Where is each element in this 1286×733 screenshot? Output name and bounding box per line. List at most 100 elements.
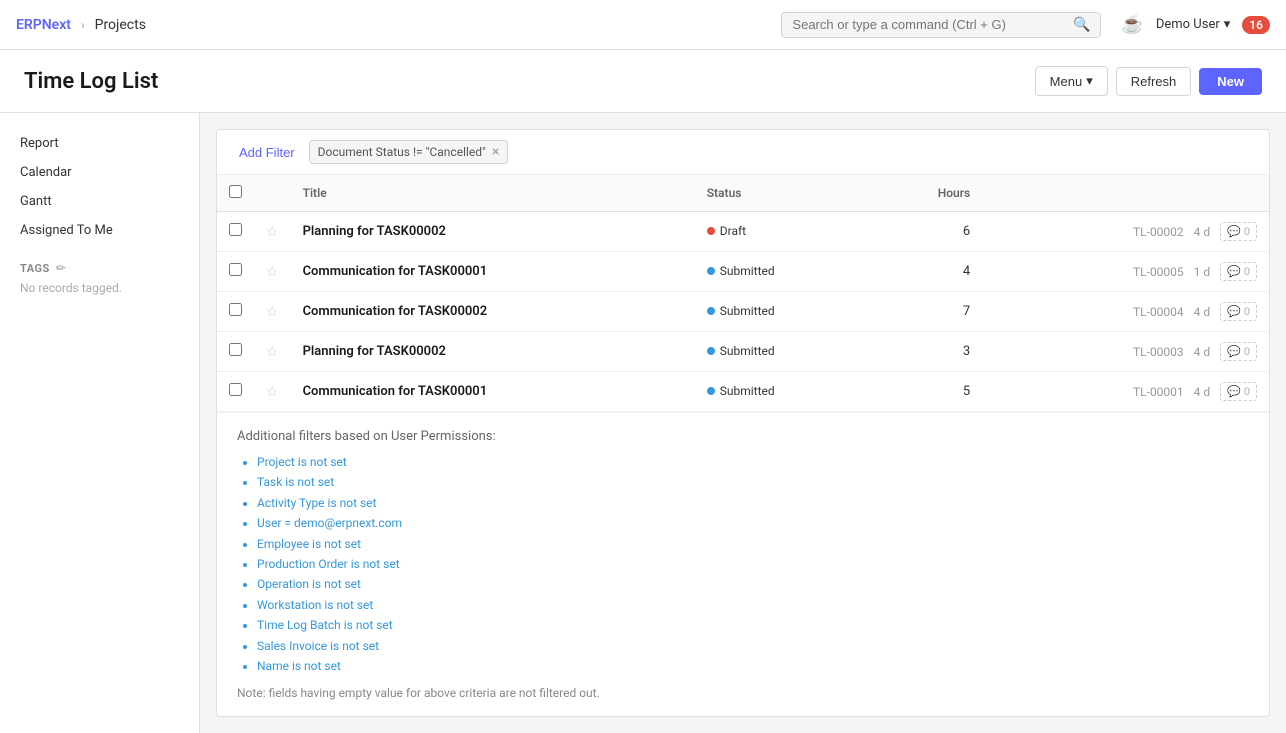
row-hours: 6 [963, 224, 970, 239]
row-title-cell[interactable]: Communication for TASK00001 [291, 372, 695, 412]
status-dot [707, 387, 715, 395]
row-id: TL-00002 [1133, 225, 1184, 239]
additional-filter-item: Sales Invoice is not set [257, 636, 1249, 656]
sidebar: Report Calendar Gantt Assigned To Me TAG… [0, 113, 200, 733]
additional-filters-note: Note: fields having empty value for abov… [237, 686, 1249, 700]
star-icon[interactable]: ☆ [266, 224, 279, 240]
page-header: Time Log List Menu ▾ Refresh New [0, 50, 1286, 113]
row-title[interactable]: Communication for TASK00002 [303, 304, 488, 319]
row-star-cell[interactable]: ☆ [254, 292, 291, 332]
col-title-header: Title [291, 175, 695, 212]
row-hours-cell: 6 [873, 212, 982, 252]
row-star-cell[interactable]: ☆ [254, 252, 291, 292]
row-age: 4 d [1194, 385, 1211, 399]
row-checkbox-cell[interactable] [217, 212, 254, 252]
row-age: 4 d [1194, 305, 1211, 319]
row-checkbox-cell[interactable] [217, 332, 254, 372]
comment-icon: 💬 [1227, 305, 1241, 318]
comment-button[interactable]: 💬 0 [1220, 222, 1257, 241]
sidebar-tags-header: TAGS ✏ [0, 245, 199, 279]
sidebar-item-calendar[interactable]: Calendar [0, 158, 199, 187]
row-checkbox-cell[interactable] [217, 292, 254, 332]
table-row: ☆ Communication for TASK00002 Submitted … [217, 292, 1269, 332]
row-title[interactable]: Communication for TASK00001 [303, 384, 488, 399]
sidebar-item-report[interactable]: Report [0, 129, 199, 158]
status-text: Submitted [720, 344, 775, 358]
table-row: ☆ Communication for TASK00001 Submitted … [217, 252, 1269, 292]
row-star-cell[interactable]: ☆ [254, 212, 291, 252]
navbar: ERPNext › Projects 🔍 ☕ Demo User ▾ 16 [0, 0, 1286, 50]
row-title-cell[interactable]: Communication for TASK00001 [291, 252, 695, 292]
chevron-icon: › [81, 18, 85, 32]
row-star-cell[interactable]: ☆ [254, 332, 291, 372]
row-checkbox[interactable] [229, 343, 242, 356]
status-text: Submitted [720, 384, 775, 398]
navbar-brand[interactable]: ERPNext [16, 17, 71, 33]
row-age: 4 d [1194, 345, 1211, 359]
filter-close-icon[interactable]: × [492, 144, 499, 160]
tags-edit-icon[interactable]: ✏ [56, 261, 66, 275]
comment-button[interactable]: 💬 0 [1220, 302, 1257, 321]
page-actions: Menu ▾ Refresh New [1035, 66, 1262, 96]
table-row: ☆ Planning for TASK00002 Draft 6 TL-0000… [217, 212, 1269, 252]
star-icon[interactable]: ☆ [266, 264, 279, 280]
row-checkbox[interactable] [229, 223, 242, 236]
row-title[interactable]: Planning for TASK00002 [303, 224, 446, 239]
row-title-cell[interactable]: Planning for TASK00002 [291, 332, 695, 372]
comment-count: 0 [1244, 306, 1250, 318]
user-name: Demo User [1156, 17, 1220, 32]
search-input[interactable] [792, 17, 1065, 32]
row-checkbox[interactable] [229, 303, 242, 316]
user-menu[interactable]: Demo User ▾ [1156, 17, 1230, 32]
table-row: ☆ Planning for TASK00002 Submitted 3 TL-… [217, 332, 1269, 372]
status-badge: Submitted [707, 304, 775, 318]
sidebar-item-gantt[interactable]: Gantt [0, 187, 199, 216]
additional-filters-section: Additional filters based on User Permiss… [217, 412, 1269, 716]
row-meta: TL-00001 4 d 💬 0 [994, 382, 1257, 401]
row-meta-cell: TL-00004 4 d 💬 0 [982, 292, 1269, 332]
select-all-checkbox[interactable] [229, 185, 242, 198]
status-text: Draft [720, 224, 746, 238]
status-dot [707, 267, 715, 275]
menu-button[interactable]: Menu ▾ [1035, 66, 1108, 96]
row-checkbox[interactable] [229, 263, 242, 276]
bell-icon: ☕ [1121, 14, 1143, 35]
navbar-breadcrumb[interactable]: Projects [95, 17, 146, 33]
row-title[interactable]: Planning for TASK00002 [303, 344, 446, 359]
row-checkbox-cell[interactable] [217, 372, 254, 412]
row-title[interactable]: Communication for TASK00001 [303, 264, 488, 279]
comment-button[interactable]: 💬 0 [1220, 262, 1257, 281]
new-button[interactable]: New [1199, 68, 1262, 95]
row-hours: 4 [963, 264, 970, 279]
refresh-button[interactable]: Refresh [1116, 67, 1192, 96]
row-meta-cell: TL-00002 4 d 💬 0 [982, 212, 1269, 252]
main-content: Add Filter Document Status != "Cancelled… [200, 113, 1286, 733]
row-checkbox[interactable] [229, 383, 242, 396]
table-row: ☆ Communication for TASK00001 Submitted … [217, 372, 1269, 412]
row-title-cell[interactable]: Planning for TASK00002 [291, 212, 695, 252]
star-icon[interactable]: ☆ [266, 344, 279, 360]
sidebar-item-assigned[interactable]: Assigned To Me [0, 216, 199, 245]
row-title-cell[interactable]: Communication for TASK00002 [291, 292, 695, 332]
row-checkbox-cell[interactable] [217, 252, 254, 292]
add-filter-button[interactable]: Add Filter [233, 143, 301, 162]
row-hours-cell: 7 [873, 292, 982, 332]
additional-filter-item: Workstation is not set [257, 595, 1249, 615]
search-icon: 🔍 [1073, 17, 1090, 33]
row-star-cell[interactable]: ☆ [254, 372, 291, 412]
status-dot [707, 347, 715, 355]
navbar-right: ☕ Demo User ▾ 16 [1121, 14, 1270, 35]
comment-count: 0 [1244, 386, 1250, 398]
search-box[interactable]: 🔍 [781, 12, 1101, 38]
comment-button[interactable]: 💬 0 [1220, 382, 1257, 401]
tags-label: TAGS [20, 262, 50, 275]
star-icon[interactable]: ☆ [266, 304, 279, 320]
notification-badge[interactable]: 16 [1242, 16, 1270, 34]
star-icon[interactable]: ☆ [266, 384, 279, 400]
row-status-cell: Submitted [695, 372, 873, 412]
row-age: 4 d [1194, 225, 1211, 239]
status-dot [707, 307, 715, 315]
row-status-cell: Submitted [695, 252, 873, 292]
comment-icon: 💬 [1227, 225, 1241, 238]
comment-button[interactable]: 💬 0 [1220, 342, 1257, 361]
